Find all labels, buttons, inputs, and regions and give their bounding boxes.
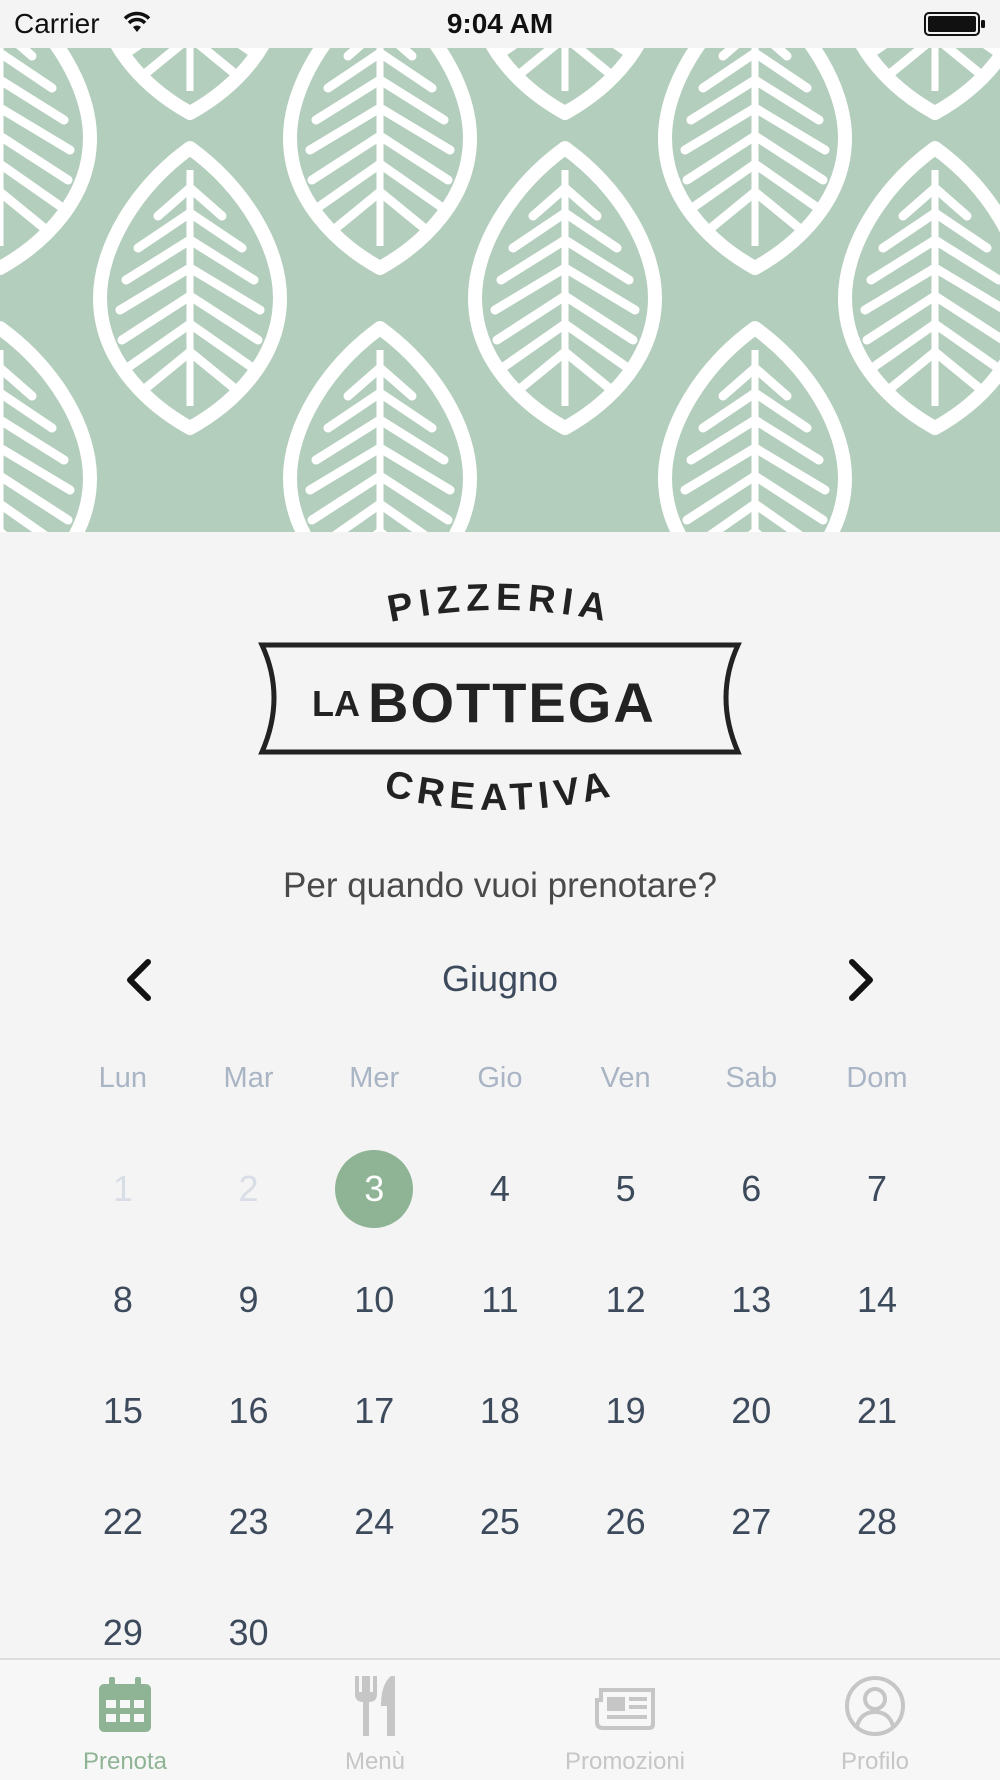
chevron-right-icon [849, 959, 873, 1001]
day-number: 8 [112, 1279, 133, 1320]
newspaper-icon [595, 1688, 655, 1730]
calendar-day[interactable]: 12 [563, 1261, 689, 1372]
tab-profilo[interactable]: Profilo [750, 1660, 1000, 1780]
calendar-day[interactable]: 18 [437, 1372, 563, 1483]
day-number: 13 [731, 1279, 772, 1320]
calendar-day[interactable]: 20 [688, 1372, 814, 1483]
day-number: 23 [228, 1501, 269, 1542]
calendar-day[interactable]: 27 [688, 1483, 814, 1594]
weekday-label: Ven [600, 1062, 651, 1094]
calendar: Lun Mar Mer Gio Ven Sab Dom 1 2 3 4 5 6 … [60, 1050, 940, 1705]
calendar-day[interactable]: 9 [186, 1261, 312, 1372]
calendar-day[interactable]: 22 [60, 1483, 186, 1594]
status-bar: Carrier 9:04 AM [0, 0, 1000, 48]
day-number: 26 [605, 1501, 646, 1542]
profile-icon [845, 1676, 905, 1736]
day-number: 4 [489, 1168, 510, 1209]
weekday-label: Mar [223, 1062, 274, 1094]
day-number: 27 [731, 1501, 772, 1542]
day-number: 25 [479, 1501, 520, 1542]
tab-bar: Prenota Menù Promozioni Profilo [0, 1658, 1000, 1780]
day-number: 22 [102, 1501, 143, 1542]
booking-question: Per quando vuoi prenotare? [283, 866, 717, 905]
calendar-day[interactable]: 25 [437, 1483, 563, 1594]
day-number: 3 [335, 1150, 414, 1228]
calendar-day[interactable]: 15 [60, 1372, 186, 1483]
calendar-day[interactable]: 26 [563, 1483, 689, 1594]
tab-promozioni[interactable]: Promozioni [500, 1660, 750, 1780]
calendar-icon [99, 1677, 151, 1732]
status-time: 9:04 AM [446, 8, 554, 39]
calendar-day[interactable]: 24 [311, 1483, 437, 1594]
next-month-button[interactable] [830, 950, 890, 1010]
weekday-label: Mer [349, 1062, 400, 1094]
day-number: 16 [228, 1390, 269, 1431]
day-number: 14 [856, 1279, 897, 1320]
battery-icon [924, 12, 985, 36]
day-number: 7 [866, 1168, 887, 1209]
svg-text:PIZZERIA: PIZZERIA [384, 577, 616, 631]
logo-la-text: LA [312, 683, 360, 724]
day-number: 9 [238, 1279, 259, 1320]
tab-label: Promozioni [564, 1748, 686, 1775]
logo-top-text: PIZZERIA [384, 577, 610, 631]
calendar-day[interactable]: 5 [563, 1150, 689, 1261]
pizzeria-logo: PIZZERIA LA BOTTEGA CREATIVA [250, 570, 750, 830]
weekday-label: Dom [846, 1062, 908, 1094]
calendar-day[interactable]: 11 [437, 1261, 563, 1372]
month-navigation: Giugno [0, 950, 1000, 1010]
hero-leaf-pattern [0, 48, 1000, 532]
day-number: 24 [354, 1501, 395, 1542]
day-number: 10 [354, 1279, 395, 1320]
tab-label: Profilo [840, 1748, 910, 1775]
tab-label: Prenota [82, 1748, 168, 1775]
day-number: 17 [354, 1390, 395, 1431]
calendar-day[interactable]: 7 [814, 1150, 940, 1261]
weekday-label: Gio [477, 1062, 523, 1094]
logo-bottega-text: BOTTEGA [368, 671, 656, 734]
logo-bottom-text: CREATIVA [381, 763, 613, 819]
calendar-day-selected[interactable]: 3 [311, 1150, 437, 1261]
weekday-label: Lun [98, 1062, 148, 1094]
calendar-day[interactable]: 8 [60, 1261, 186, 1372]
tab-label: Menù [344, 1748, 406, 1775]
day-number: 12 [605, 1279, 646, 1320]
calendar-day[interactable]: 28 [814, 1483, 940, 1594]
weekday-header: Lun Mar Mer Gio Ven Sab Dom [60, 1050, 940, 1106]
calendar-day[interactable]: 6 [688, 1150, 814, 1261]
calendar-day[interactable]: 23 [186, 1483, 312, 1594]
day-number: 19 [605, 1390, 646, 1431]
day-number: 11 [481, 1279, 519, 1320]
calendar-day: 1 [60, 1150, 186, 1261]
calendar-day[interactable]: 4 [437, 1150, 563, 1261]
day-number: 28 [856, 1501, 897, 1542]
tab-prenota[interactable]: Prenota [0, 1660, 250, 1780]
calendar-day[interactable]: 14 [814, 1261, 940, 1372]
calendar-day[interactable]: 19 [563, 1372, 689, 1483]
day-number: 5 [615, 1168, 636, 1209]
calendar-day[interactable]: 10 [311, 1261, 437, 1372]
calendar-day: 2 [186, 1150, 312, 1261]
day-number: 1 [112, 1168, 133, 1209]
days-grid: 1 2 3 4 5 6 7 8 9 10 11 12 13 14 15 16 1… [60, 1150, 940, 1705]
calendar-day[interactable]: 21 [814, 1372, 940, 1483]
svg-text:CREATIVA: CREATIVA [381, 763, 619, 819]
day-number: 18 [479, 1390, 520, 1431]
day-number: 20 [731, 1390, 772, 1431]
day-number: 2 [238, 1168, 259, 1209]
tab-menu[interactable]: Menù [250, 1660, 500, 1780]
fork-knife-icon [355, 1676, 395, 1736]
calendar-day[interactable]: 13 [688, 1261, 814, 1372]
day-number: 6 [741, 1168, 762, 1209]
day-number: 21 [856, 1390, 897, 1431]
calendar-day[interactable]: 17 [311, 1372, 437, 1483]
calendar-day[interactable]: 16 [186, 1372, 312, 1483]
day-number: 15 [102, 1390, 143, 1431]
weekday-label: Sab [725, 1062, 778, 1094]
